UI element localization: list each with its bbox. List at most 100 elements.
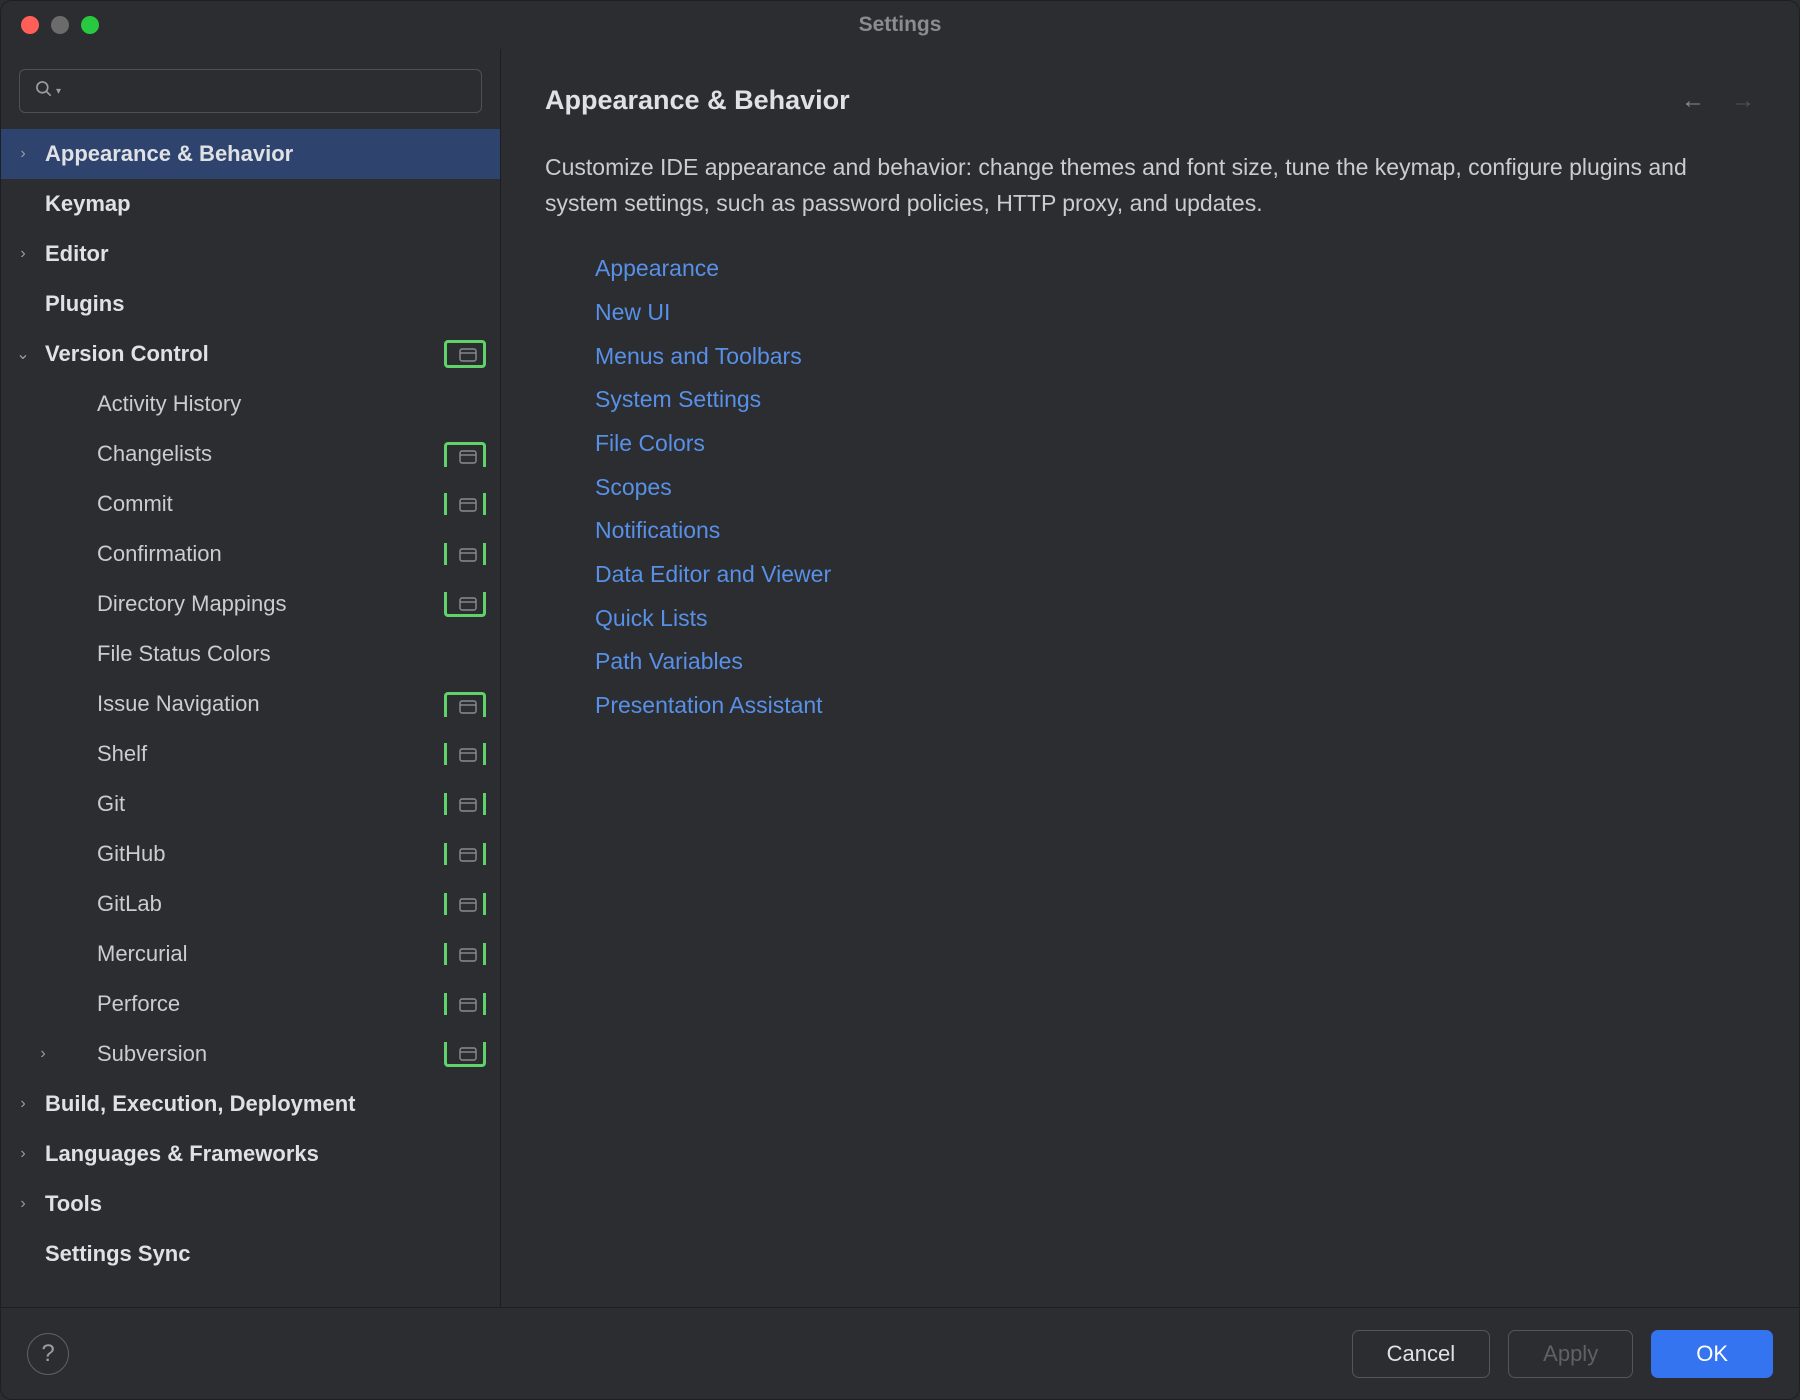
tree-item-build-execution-deployment[interactable]: ›Build, Execution, Deployment xyxy=(1,1079,500,1129)
tree-item-github[interactable]: GitHub xyxy=(1,829,500,879)
project-level-icon xyxy=(457,345,479,363)
project-level-icon xyxy=(457,745,479,763)
tree-item-settings-sync[interactable]: Settings Sync xyxy=(1,1229,500,1279)
sidebar: ▾ ›Appearance & BehaviorKeymap›EditorPlu… xyxy=(1,49,501,1307)
minimize-window-icon[interactable] xyxy=(51,16,69,34)
tree-item-version-control[interactable]: ⌄Version Control xyxy=(1,329,500,379)
project-level-icon xyxy=(457,795,479,813)
tree-item-perforce[interactable]: Perforce xyxy=(1,979,500,1029)
highlight-box xyxy=(444,743,486,765)
ok-button[interactable]: OK xyxy=(1651,1330,1773,1378)
highlight-box xyxy=(444,943,486,965)
tree-item-commit[interactable]: Commit xyxy=(1,479,500,529)
tree-item-plugins[interactable]: Plugins xyxy=(1,279,500,329)
highlight-box xyxy=(444,543,486,565)
chevron-right-icon[interactable]: › xyxy=(1,245,45,263)
subpage-links: AppearanceNew UIMenus and ToolbarsSystem… xyxy=(595,247,1755,728)
tree-item-label: Confirmation xyxy=(65,541,444,567)
content-pane: Appearance & Behavior ← → Customize IDE … xyxy=(501,49,1799,1307)
tree-item-file-status-colors[interactable]: File Status Colors xyxy=(1,629,500,679)
apply-button[interactable]: Apply xyxy=(1508,1330,1633,1378)
link-appearance[interactable]: Appearance xyxy=(595,247,1755,291)
search-input[interactable] xyxy=(67,80,467,103)
chevron-right-icon[interactable]: › xyxy=(1,1095,45,1113)
tree-item-editor[interactable]: ›Editor xyxy=(1,229,500,279)
chevron-right-icon[interactable]: › xyxy=(1,145,45,163)
link-path-variables[interactable]: Path Variables xyxy=(595,640,1755,684)
titlebar: Settings xyxy=(1,1,1799,49)
close-window-icon[interactable] xyxy=(21,16,39,34)
link-system-settings[interactable]: System Settings xyxy=(595,378,1755,422)
zoom-window-icon[interactable] xyxy=(81,16,99,34)
tree-item-label: Keymap xyxy=(45,191,486,217)
back-icon[interactable]: ← xyxy=(1681,87,1705,115)
settings-window: Settings ▾ ›Appearance & BehaviorKeymap›… xyxy=(0,0,1800,1400)
body: ▾ ›Appearance & BehaviorKeymap›EditorPlu… xyxy=(1,49,1799,1307)
tree-item-label: Perforce xyxy=(65,991,444,1017)
tree-item-git[interactable]: Git xyxy=(1,779,500,829)
help-button[interactable]: ? xyxy=(27,1333,69,1375)
link-new-ui[interactable]: New UI xyxy=(595,291,1755,335)
highlight-box xyxy=(444,340,486,368)
tree-item-label: Appearance & Behavior xyxy=(45,141,486,167)
tree-item-subversion[interactable]: ›Subversion xyxy=(1,1029,500,1079)
chevron-right-icon[interactable]: › xyxy=(21,1045,65,1063)
nav-arrows: ← → xyxy=(1681,87,1755,115)
project-level-icon xyxy=(457,945,479,963)
link-data-editor-and-viewer[interactable]: Data Editor and Viewer xyxy=(595,553,1755,597)
tree-item-appearance-behavior[interactable]: ›Appearance & Behavior xyxy=(1,129,500,179)
footer: ? Cancel Apply OK xyxy=(1,1307,1799,1399)
chevron-right-icon[interactable]: › xyxy=(1,1195,45,1213)
tree-item-label: Build, Execution, Deployment xyxy=(45,1091,486,1117)
tree-item-gitlab[interactable]: GitLab xyxy=(1,879,500,929)
link-scopes[interactable]: Scopes xyxy=(595,466,1755,510)
project-level-icon xyxy=(457,1044,479,1062)
link-presentation-assistant[interactable]: Presentation Assistant xyxy=(595,684,1755,728)
project-level-icon xyxy=(457,845,479,863)
cancel-button[interactable]: Cancel xyxy=(1352,1330,1490,1378)
tree-item-issue-navigation[interactable]: Issue Navigation xyxy=(1,679,500,729)
tree-item-label: Subversion xyxy=(65,1041,444,1067)
search-input-wrap[interactable]: ▾ xyxy=(19,69,482,113)
page-title: Appearance & Behavior xyxy=(545,85,1681,116)
tree-item-tools[interactable]: ›Tools xyxy=(1,1179,500,1229)
tree-item-label: Mercurial xyxy=(65,941,444,967)
settings-tree: ›Appearance & BehaviorKeymap›EditorPlugi… xyxy=(1,129,500,1307)
tree-item-label: Tools xyxy=(45,1191,486,1217)
tree-item-activity-history[interactable]: Activity History xyxy=(1,379,500,429)
tree-item-languages-frameworks[interactable]: ›Languages & Frameworks xyxy=(1,1129,500,1179)
tree-item-label: Changelists xyxy=(65,441,444,467)
tree-item-label: Activity History xyxy=(65,391,486,417)
chevron-down-icon[interactable]: ⌄ xyxy=(1,344,45,364)
forward-icon[interactable]: → xyxy=(1731,87,1755,115)
tree-item-label: Version Control xyxy=(45,341,444,367)
link-menus-and-toolbars[interactable]: Menus and Toolbars xyxy=(595,335,1755,379)
tree-item-label: Commit xyxy=(65,491,444,517)
tree-item-directory-mappings[interactable]: Directory Mappings xyxy=(1,579,500,629)
help-icon: ? xyxy=(41,1340,54,1368)
page-description: Customize IDE appearance and behavior: c… xyxy=(545,150,1755,221)
project-level-icon xyxy=(457,447,479,465)
highlight-box xyxy=(444,692,486,717)
tree-item-label: Shelf xyxy=(65,741,444,767)
project-level-icon xyxy=(457,995,479,1013)
link-file-colors[interactable]: File Colors xyxy=(595,422,1755,466)
tree-item-label: Languages & Frameworks xyxy=(45,1141,486,1167)
tree-item-mercurial[interactable]: Mercurial xyxy=(1,929,500,979)
window-title: Settings xyxy=(1,13,1799,37)
tree-item-changelists[interactable]: Changelists xyxy=(1,429,500,479)
tree-item-label: GitLab xyxy=(65,891,444,917)
tree-item-shelf[interactable]: Shelf xyxy=(1,729,500,779)
highlight-box xyxy=(444,1042,486,1067)
highlight-box xyxy=(444,843,486,865)
chevron-right-icon[interactable]: › xyxy=(1,1145,45,1163)
highlight-box xyxy=(444,993,486,1015)
link-quick-lists[interactable]: Quick Lists xyxy=(595,597,1755,641)
tree-item-confirmation[interactable]: Confirmation xyxy=(1,529,500,579)
tree-item-label: Plugins xyxy=(45,291,486,317)
tree-item-keymap[interactable]: Keymap xyxy=(1,179,500,229)
tree-item-label: Settings Sync xyxy=(45,1241,486,1267)
link-notifications[interactable]: Notifications xyxy=(595,509,1755,553)
highlight-box xyxy=(444,793,486,815)
highlight-box xyxy=(444,592,486,617)
